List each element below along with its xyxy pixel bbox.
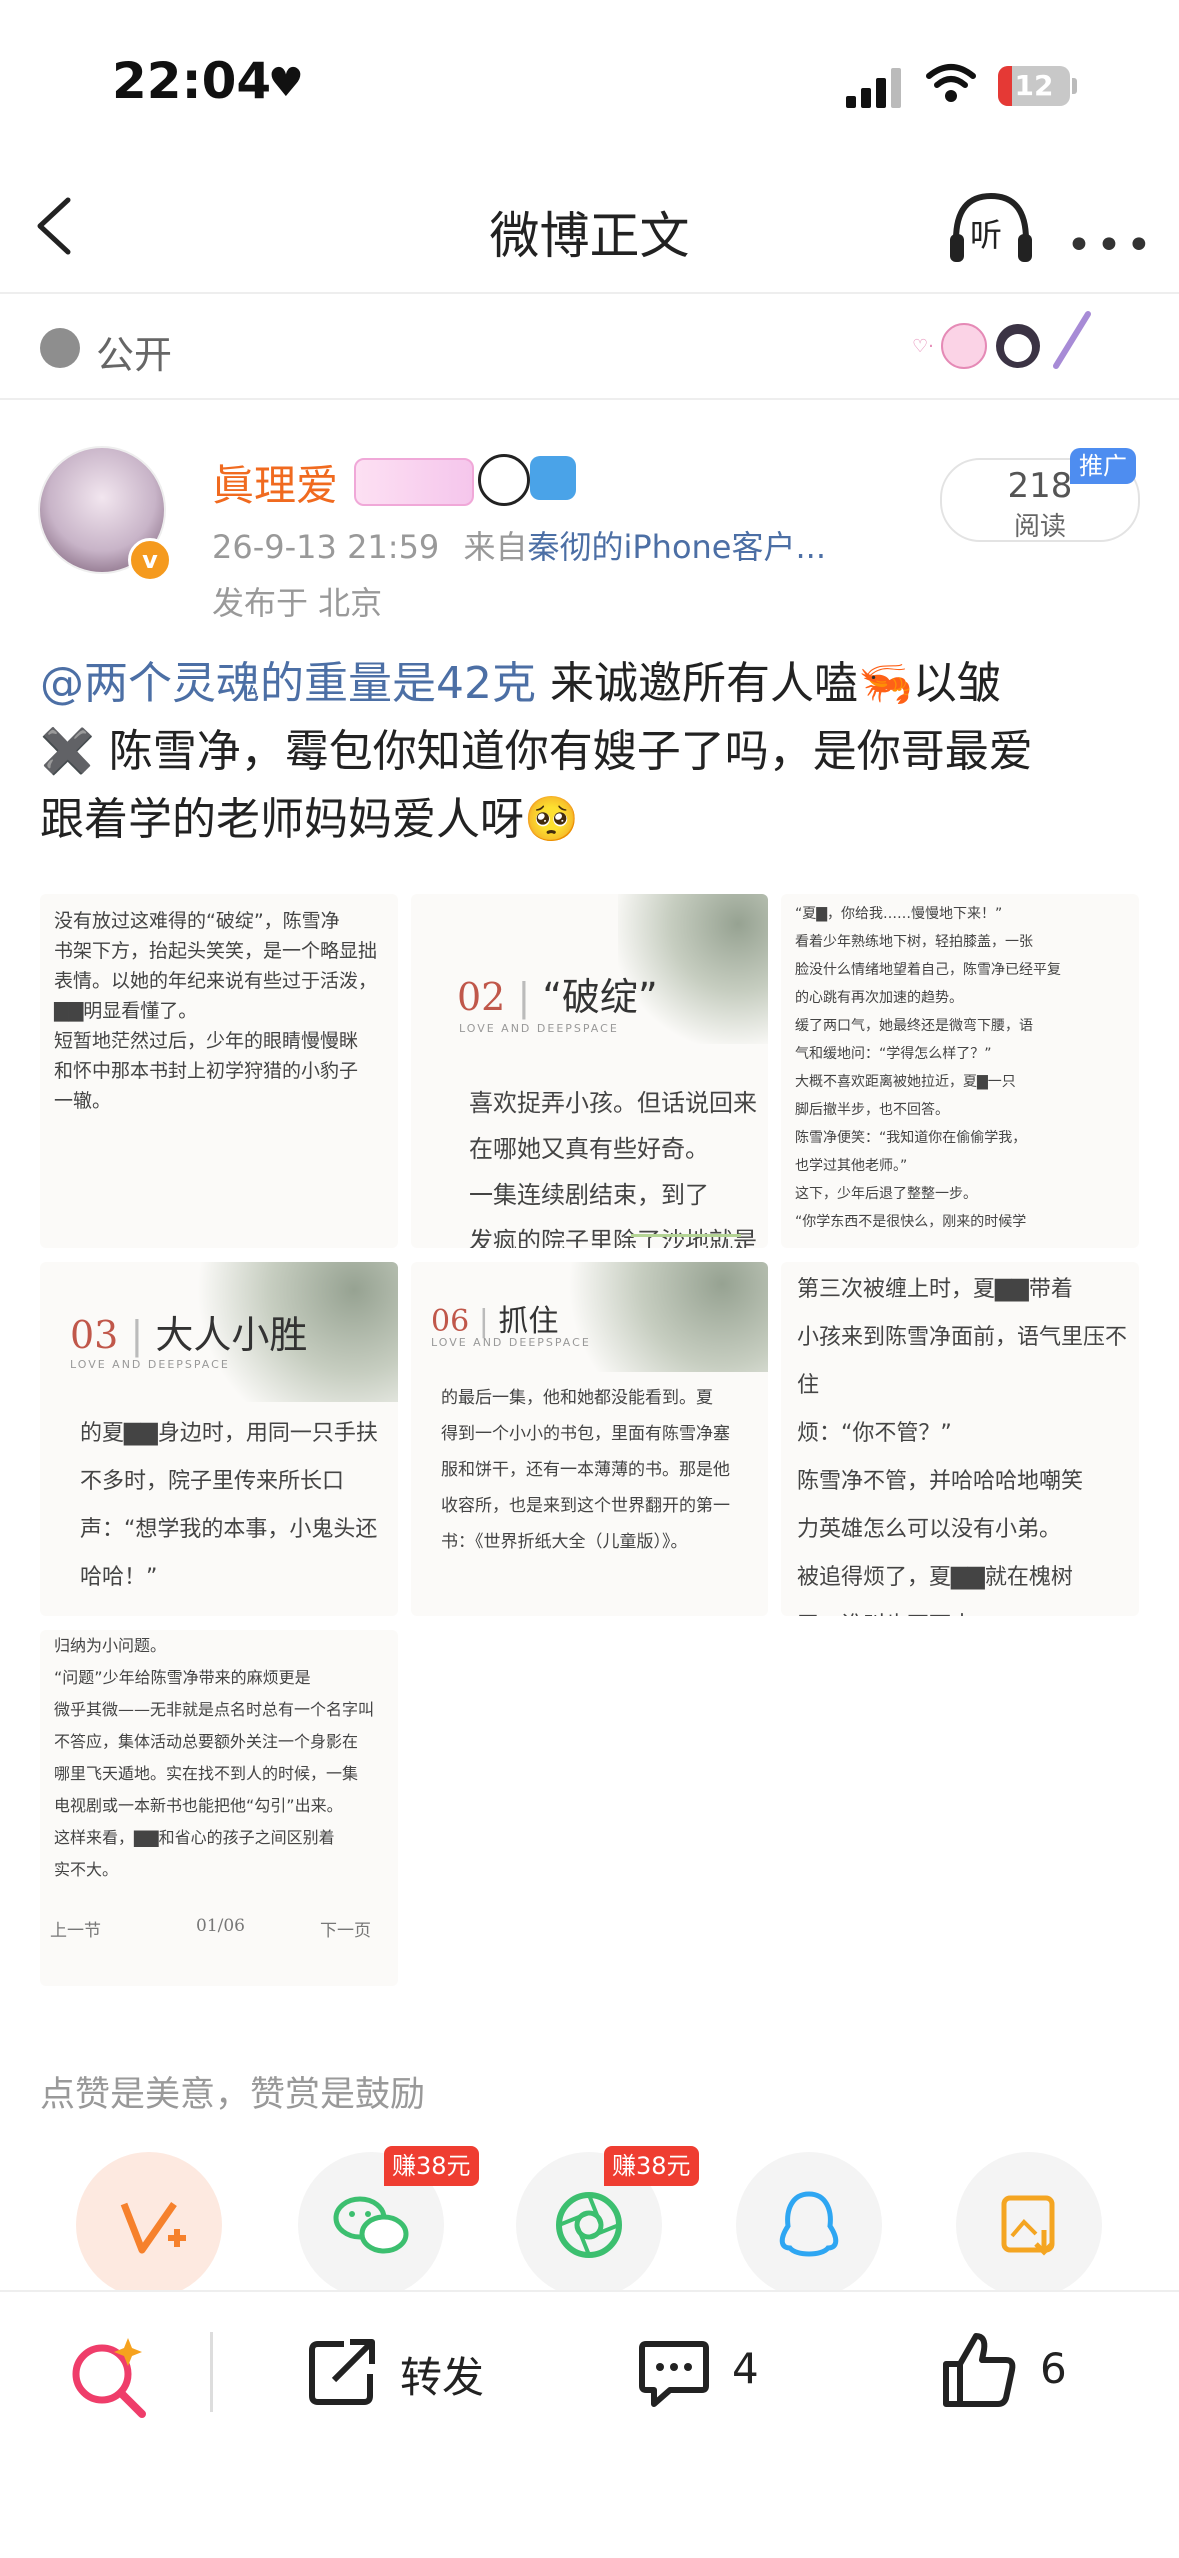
post-body: @两个灵魂的重量是42克 来诚邀所有人嗑🦐以皱 ✖️ 陈雪净，霉包你知道你有嫂子… [40,650,1150,854]
author-name[interactable]: 眞理爱 [212,452,338,513]
image-4-text: 的夏▇▇身边时，用同一只手扶 不多时，院子里传来所长口 声：“想学我的本事，小鬼… [80,1421,378,1590]
image-1-text: 没有放过这难得的“破绽”，陈雪净 书架下方，抬起头笑笑，是一个略显拙 表情。以她… [54,910,378,1112]
image-5-scene [538,1262,768,1372]
post-line-1: 来诚邀所有人嗑🦐以皱 [536,658,1001,709]
post-timestamp: 26-9-13 21:59 [212,528,440,566]
post-image-2[interactable]: 02 | “破绽” LOVE AND DEEPSPACE 喜欢捉弄小孩。但话说回… [411,894,768,1248]
member-badge-icon [354,458,474,506]
image-5-number: 06 [431,1304,470,1339]
save-image-icon [1001,2195,1055,2256]
image-3-text: “夏▇，你给我……慢慢地下来！” 看着少年熟练地下树，轻拍膝盖，一张 脸没什么情… [795,906,1061,1230]
like-button[interactable]: 6 [940,2330,1100,2414]
heart-icon: ♥ [268,60,304,106]
image-2-number: 02 [457,975,506,1019]
image-4-number: 03 [70,1313,119,1357]
visibility-label: 公开 [96,333,173,377]
repost-button[interactable]: 转发 [304,2334,524,2414]
sticker-decoration-icon: ♡· [912,311,1091,369]
post-image-1[interactable]: 没有放过这难得的“破绽”，陈雪净 书架下方，抬起头笑笑，是一个略显拙 表情。以她… [40,894,398,1248]
image-7-next-page: 下一页 [320,1921,371,1941]
image-4-heading: 03 | 大人小胜 [70,1313,308,1357]
search-sparkle-icon[interactable] [66,2334,150,2418]
status-time: 22:04 [112,52,272,110]
reward-v-icon [120,2202,186,2254]
image-2-heading: 02 | “破绽” [457,975,658,1019]
reads-label: 阅读 [1013,512,1066,542]
image-2-text: 喜欢捉弄小孩。但话说回来 在哪她又真有些好奇。 一集连续剧结束，到了 发疯的院子… [469,1089,757,1248]
image-7-prev-page: 上一节 [50,1921,101,1941]
support-text: 点赞是美意，赞赏是鼓励 [40,2075,426,2115]
image-2-tag: LOVE AND DEEPSPACE [459,1022,619,1035]
post-image-3[interactable]: “夏▇，你给我……慢慢地下来！” 看着少年熟练地下树，轻拍膝盖，一张 脸没什么情… [781,894,1139,1248]
image-5-title: 抓住 [498,1304,559,1339]
image-2-title: “破绽” [542,975,658,1019]
wifi-icon [926,64,976,102]
post-location: 发布于 北京 [212,584,383,622]
promo-badge: 推广 [1070,448,1136,484]
image-6-text: 第三次被缠上时，夏▇▇带着 小孩来到陈雪净面前，语气里压不住 烦：“你不管？” … [797,1277,1128,1616]
image-4-title: 大人小胜 [155,1313,308,1357]
image-4-tag: LOVE AND DEEPSPACE [70,1358,230,1371]
bottom-bar-separator [210,2332,213,2412]
cellular-signal-icon [846,68,902,108]
battery-tip [1072,78,1077,94]
battery-level: 12 [1014,69,1054,102]
comment-count: 4 [732,2344,759,2393]
svg-text:♡·: ♡· [912,336,934,357]
shark-badge-icon [530,456,576,500]
listen-label: 听 [970,216,1003,254]
like-count: 6 [1040,2344,1067,2393]
moments-reward-badge: 赚38元 [604,2146,699,2186]
image-7-page-number: 01/06 [196,1916,245,1936]
listen-button[interactable]: 听 [946,188,1036,268]
panda-badge-icon [478,454,530,506]
comment-button[interactable]: 4 [636,2334,796,2414]
wechat-reward-badge: 赚38元 [384,2146,479,2186]
save-image-button[interactable] [956,2152,1102,2298]
post-line-2: ✖️ 陈雪净，霉包你知道你有嫂子了吗，是你哥最爱 [40,726,1033,777]
post-line-3: 跟着学的老师妈妈爱人呀🥺 [40,794,579,845]
post-image-4[interactable]: 03 | 大人小胜 LOVE AND DEEPSPACE 的夏▇▇身边时，用同一… [40,1262,398,1616]
post-source-link[interactable]: 秦彻的iPhone客户... [527,528,826,566]
mention-link[interactable]: @两个灵魂的重量是42克 [40,658,536,709]
post-meta: 26-9-13 21:59 来自秦彻的iPhone客户... [212,522,826,568]
reward-button[interactable] [76,2152,222,2298]
section-divider [0,398,1179,400]
nav-divider [0,292,1179,294]
post-image-6[interactable]: 第三次被缠上时，夏▇▇带着 小孩来到陈雪净面前，语气里压不住 烦：“你不管？” … [781,1262,1139,1616]
repost-icon [309,2339,375,2405]
battery-indicator: 12 [998,66,1070,106]
image-7-text: 归纳为小问题。 “问题”少年给陈雪净带来的麻烦更是 微乎其微——无非就是点名时总… [54,1636,375,1879]
comment-icon [639,2341,709,2407]
share-qq-button[interactable] [736,2152,882,2298]
image-5-heading: 06 | 抓住 [431,1304,559,1339]
source-prefix: 来自 [463,528,528,566]
globe-icon [40,328,80,368]
image-5-tag: LOVE AND DEEPSPACE [431,1336,591,1349]
post-image-7[interactable]: 归纳为小问题。 “问题”少年给陈雪净带来的麻烦更是 微乎其微——无非就是点名时总… [40,1630,398,1986]
image-5-text: 的最后一集，他和她都没能看到。夏 得到一个小小的书包，里面有陈雪净塞 服和饼干，… [441,1388,730,1552]
repost-label: 转发 [400,2353,485,2402]
qq-icon [779,2191,839,2257]
post-image-5[interactable]: 06 | 抓住 LOVE AND DEEPSPACE 的最后一集，他和她都没能看… [411,1262,768,1616]
image-2-highlight [631,1234,741,1237]
verified-badge-icon: v [128,538,172,582]
more-icon[interactable]: ••• [1066,220,1156,271]
like-icon [943,2333,1016,2407]
